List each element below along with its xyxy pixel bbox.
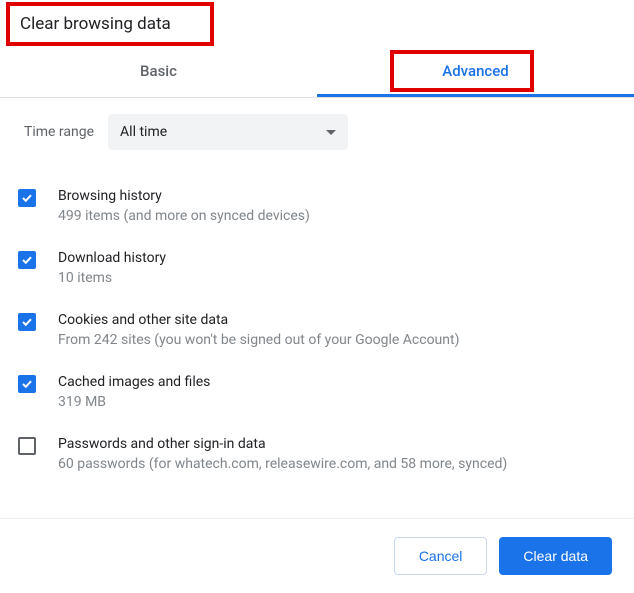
item-sub: 499 items (and more on synced devices) xyxy=(58,208,616,224)
checkmark-icon xyxy=(22,256,32,264)
tabs: Basic Advanced xyxy=(0,48,634,98)
item-title: Cookies and other site data xyxy=(58,312,616,328)
dialog-footer: Cancel Clear data xyxy=(0,518,634,593)
item-sub: 60 passwords (for whatech.com, releasewi… xyxy=(58,456,616,472)
item-sub: 319 MB xyxy=(58,394,616,410)
checkbox-list: Browsing history 499 items (and more on … xyxy=(18,168,616,498)
time-range-value: All time xyxy=(120,124,167,140)
item-title: Download history xyxy=(58,250,616,266)
checkbox-passwords[interactable] xyxy=(18,437,36,455)
item-sub: From 242 sites (you won't be signed out … xyxy=(58,332,616,348)
item-title: Browsing history xyxy=(58,188,616,204)
list-item: Passwords and other sign-in data 60 pass… xyxy=(18,424,616,486)
time-range-row: Time range All time xyxy=(18,98,616,168)
list-item: Download history 10 items xyxy=(18,238,616,300)
tab-basic[interactable]: Basic xyxy=(0,48,317,97)
list-item: Browsing history 499 items (and more on … xyxy=(18,176,616,238)
checkmark-icon xyxy=(22,318,32,326)
time-range-label: Time range xyxy=(24,124,94,140)
time-range-select[interactable]: All time xyxy=(108,114,348,150)
content-scroll[interactable]: Time range All time Browsing history 499… xyxy=(0,98,634,498)
checkmark-icon xyxy=(22,380,32,388)
clear-data-button[interactable]: Clear data xyxy=(499,537,612,575)
checkbox-cookies[interactable] xyxy=(18,313,36,331)
checkbox-download-history[interactable] xyxy=(18,251,36,269)
cancel-button[interactable]: Cancel xyxy=(394,537,488,575)
tab-advanced[interactable]: Advanced xyxy=(317,48,634,97)
chevron-down-icon xyxy=(326,130,336,135)
checkbox-browsing-history[interactable] xyxy=(18,189,36,207)
list-item: Cached images and files 319 MB xyxy=(18,362,616,424)
list-item: Autofill form data xyxy=(18,486,616,498)
checkbox-cached-images[interactable] xyxy=(18,375,36,393)
checkmark-icon xyxy=(22,194,32,202)
item-sub: 10 items xyxy=(58,270,616,286)
item-title: Cached images and files xyxy=(58,374,616,390)
dialog-title: Clear browsing data xyxy=(0,0,634,48)
list-item: Cookies and other site data From 242 sit… xyxy=(18,300,616,362)
item-title: Passwords and other sign-in data xyxy=(58,436,616,452)
